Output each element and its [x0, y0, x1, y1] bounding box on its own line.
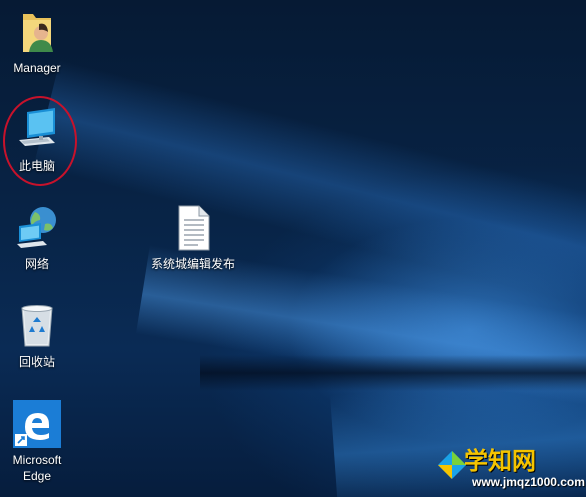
this-pc-icon	[19, 108, 55, 146]
desktop-icon-label: Manager	[13, 61, 61, 75]
network-globe-icon	[17, 207, 56, 248]
desktop-icon-text-file[interactable]: 系统城编辑发布	[145, 204, 241, 272]
recycle-bin-icon	[21, 305, 53, 347]
desktop-icon-label: 系统城编辑发布	[150, 257, 235, 271]
edge-icon	[13, 400, 61, 448]
wallpaper-shadow-band	[200, 355, 586, 391]
user-folder-icon	[23, 14, 53, 52]
watermark-title: 学知网	[464, 447, 536, 475]
desktop-icon-label: 此电脑	[18, 159, 55, 173]
watermark: 学知网 www.jmqz1000.com	[436, 437, 586, 497]
watermark-url: www.jmqz1000.com	[472, 475, 585, 489]
wallpaper-light-beam	[135, 245, 586, 431]
desktop-background[interactable]: Manager 此电脑 网络 回收站 Microsoft Edge 系统城编辑发…	[0, 0, 586, 497]
desktop-icon-label: Microsoft Edge	[12, 453, 62, 483]
desktop-icon-label: 网络	[24, 257, 49, 271]
desktop-icon-recycle-bin[interactable]: 回收站	[0, 302, 74, 370]
desktop-icon-this-pc[interactable]: 此电脑	[0, 106, 74, 174]
desktop-icon-network[interactable]: 网络	[0, 204, 74, 272]
desktop-icon-label: 回收站	[18, 355, 55, 369]
text-file-icon	[178, 205, 210, 251]
desktop-icon-manager[interactable]: Manager	[0, 8, 74, 76]
wallpaper-light-beam	[33, 60, 586, 337]
desktop-icon-edge[interactable]: Microsoft Edge	[0, 400, 74, 484]
